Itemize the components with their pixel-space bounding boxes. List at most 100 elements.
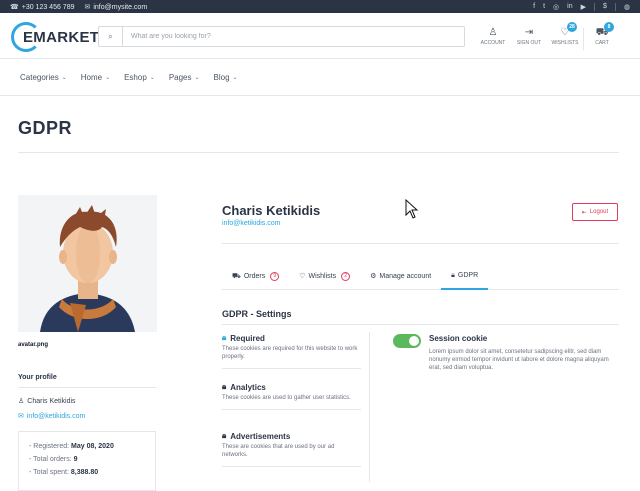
email-contact[interactable]: ✉ info@mysite.com xyxy=(84,3,147,11)
divider xyxy=(369,332,370,482)
stat-orders: - Total orders: 9 xyxy=(29,453,155,466)
lock-icon: 🔒︎ xyxy=(222,431,227,440)
nav-label: Blog xyxy=(213,73,230,82)
cart-icon: ⛟ xyxy=(232,272,241,280)
contact-info: ☎ +30 123 456 789 ✉ info@mysite.com xyxy=(10,3,147,11)
nav-item-home[interactable]: Home ⌄ xyxy=(81,73,110,82)
phone-contact[interactable]: ☎ +30 123 456 789 xyxy=(10,3,74,11)
profile-email[interactable]: ✉ info@ketikidis.com xyxy=(18,412,86,421)
nav-item-pages[interactable]: Pages ⌄ xyxy=(169,73,200,82)
cookie-title-text: Analytics xyxy=(230,382,266,392)
tab-manage-account[interactable]: ⚙ Manage account xyxy=(360,263,441,289)
header-icons: ♙ ACCOUNT ⇥ SIGN OUT ♡ 28 WISHLISTS ⛟ 8 … xyxy=(475,22,620,50)
account-button[interactable]: ♙ ACCOUNT xyxy=(475,26,511,50)
signout-label: SIGN OUT xyxy=(516,40,542,46)
tab-gdpr[interactable]: 🔒︎ GDPR xyxy=(441,263,489,290)
orders-count-badge: 9 xyxy=(270,271,280,281)
chevron-down-icon: ⌄ xyxy=(194,75,200,81)
stat-spent: - Total spent: 8,388.80 xyxy=(29,466,155,479)
chevron-down-icon: ⌄ xyxy=(105,75,111,81)
twitter-icon[interactable]: t xyxy=(543,3,545,10)
wishlists-label: WISHLISTS xyxy=(551,40,579,46)
stat-value: 9 xyxy=(73,456,78,463)
youtube-icon[interactable]: ▶ xyxy=(581,3,586,11)
logout-button[interactable]: ⇤ Logout xyxy=(572,203,618,221)
avatar-caption: avatar.png xyxy=(18,342,49,348)
toggle-knob xyxy=(409,336,419,346)
search-bar: ⌕ xyxy=(98,26,465,47)
cookie-title-text: Required xyxy=(230,333,265,343)
divider xyxy=(222,466,361,467)
your-profile-heading: Your profile xyxy=(18,374,57,381)
tab-orders[interactable]: ⛟ Orders 9 xyxy=(222,263,289,289)
account-tabs: ⛟ Orders 9 ♡ Wishlists 2 ⚙ Manage account 🔒︎ G… xyxy=(222,263,619,290)
stat-label: - Total spent: xyxy=(29,469,69,476)
phone-number: +30 123 456 789 xyxy=(21,3,75,11)
user-icon: ♙ xyxy=(18,398,25,405)
wishlists-count-badge: 28 xyxy=(567,22,577,32)
nav-item-categories[interactable]: Categories ⌄ xyxy=(20,73,67,82)
profile-email-text: info@ketikidis.com xyxy=(26,412,86,420)
session-cookie-desc: Lorem ipsum dolor sit amet, consetetur s… xyxy=(429,349,609,371)
instagram-icon[interactable]: ◎ xyxy=(553,3,559,11)
account-label: ACCOUNT xyxy=(480,40,506,46)
user-email[interactable]: info@ketikidis.com xyxy=(222,220,280,227)
signout-icon: ⇥ xyxy=(524,27,534,38)
cookie-desc: These cookies are required for this webs… xyxy=(222,346,358,360)
tab-wishlists[interactable]: ♡ Wishlists 2 xyxy=(289,263,360,289)
session-cookie-toggle[interactable] xyxy=(393,334,421,348)
globe-icon[interactable]: ◍ xyxy=(624,3,630,11)
phone-icon: ☎ xyxy=(10,3,19,11)
nav-item-blog[interactable]: Blog ⌄ xyxy=(214,73,238,82)
heart-icon: ♡ xyxy=(560,27,570,38)
signout-button[interactable]: ⇥ SIGN OUT xyxy=(511,26,547,50)
logout-icon: ⇤ xyxy=(581,209,587,216)
page-title: GDPR xyxy=(18,118,73,138)
nav-label: Pages xyxy=(168,73,192,82)
logo[interactable]: EMARKET xyxy=(11,22,99,52)
stat-value: May 08, 2020 xyxy=(71,443,114,450)
avatar xyxy=(18,195,157,332)
stat-registered: - Registered: May 08, 2020 xyxy=(29,440,155,453)
user-name: Charis Ketikidis xyxy=(222,203,321,218)
logo-text: EMARKET xyxy=(23,29,100,46)
divider xyxy=(222,243,619,244)
profile-name: ♙ Charis Ketikidis xyxy=(18,397,76,406)
cart-button[interactable]: ⛟ 8 CART xyxy=(584,22,620,50)
cookie-analytics: 🔒︎ Analytics These cookies are used to ga… xyxy=(222,382,361,410)
divider xyxy=(614,2,616,11)
cookie-desc: These cookies are used to gather user st… xyxy=(222,395,351,401)
avatar-illustration xyxy=(18,195,157,332)
gdpr-settings-title: GDPR - Settings xyxy=(222,309,292,319)
chevron-down-icon: ⌄ xyxy=(232,75,238,81)
nav-label: Categories xyxy=(20,73,59,82)
wishlists-button[interactable]: ♡ 28 WISHLISTS xyxy=(547,22,583,50)
divider xyxy=(18,387,156,388)
stat-label: - Registered: xyxy=(29,443,70,450)
tab-label: Manage account xyxy=(379,272,432,280)
divider xyxy=(222,368,361,369)
nav-label: Eshop xyxy=(124,73,147,82)
logout-label: Logout xyxy=(589,209,609,215)
chevron-down-icon: ⌄ xyxy=(149,75,155,81)
lock-icon: 🔒︎ xyxy=(222,382,227,391)
wishlists-count-badge: 2 xyxy=(341,271,351,281)
divider xyxy=(593,2,595,11)
facebook-icon[interactable]: f xyxy=(533,3,535,10)
currency-selector[interactable]: $ xyxy=(603,3,607,10)
social-links: f t ◎ in ▶ $ ◍ xyxy=(533,2,630,11)
divider xyxy=(18,152,619,153)
site-header: EMARKET ⌕ ♙ ACCOUNT ⇥ SIGN OUT ♡ 28 WISH… xyxy=(0,13,640,59)
heart-icon: ♡ xyxy=(299,273,306,280)
stat-label: - Total orders: xyxy=(29,456,72,463)
mail-icon: ✉ xyxy=(84,3,91,11)
tab-label: Orders xyxy=(243,272,266,280)
cookie-title: 🔒︎ Required xyxy=(222,333,361,343)
search-icon[interactable]: ⌕ xyxy=(99,27,123,46)
chevron-down-icon: ⌄ xyxy=(61,75,67,81)
cookie-desc: These are cookies that are used by our a… xyxy=(222,444,335,458)
nav-item-eshop[interactable]: Eshop ⌄ xyxy=(124,73,155,82)
search-input[interactable] xyxy=(123,33,453,40)
linkedin-icon[interactable]: in xyxy=(567,3,572,10)
top-bar: ☎ +30 123 456 789 ✉ info@mysite.com f t ◎ … xyxy=(0,0,640,13)
